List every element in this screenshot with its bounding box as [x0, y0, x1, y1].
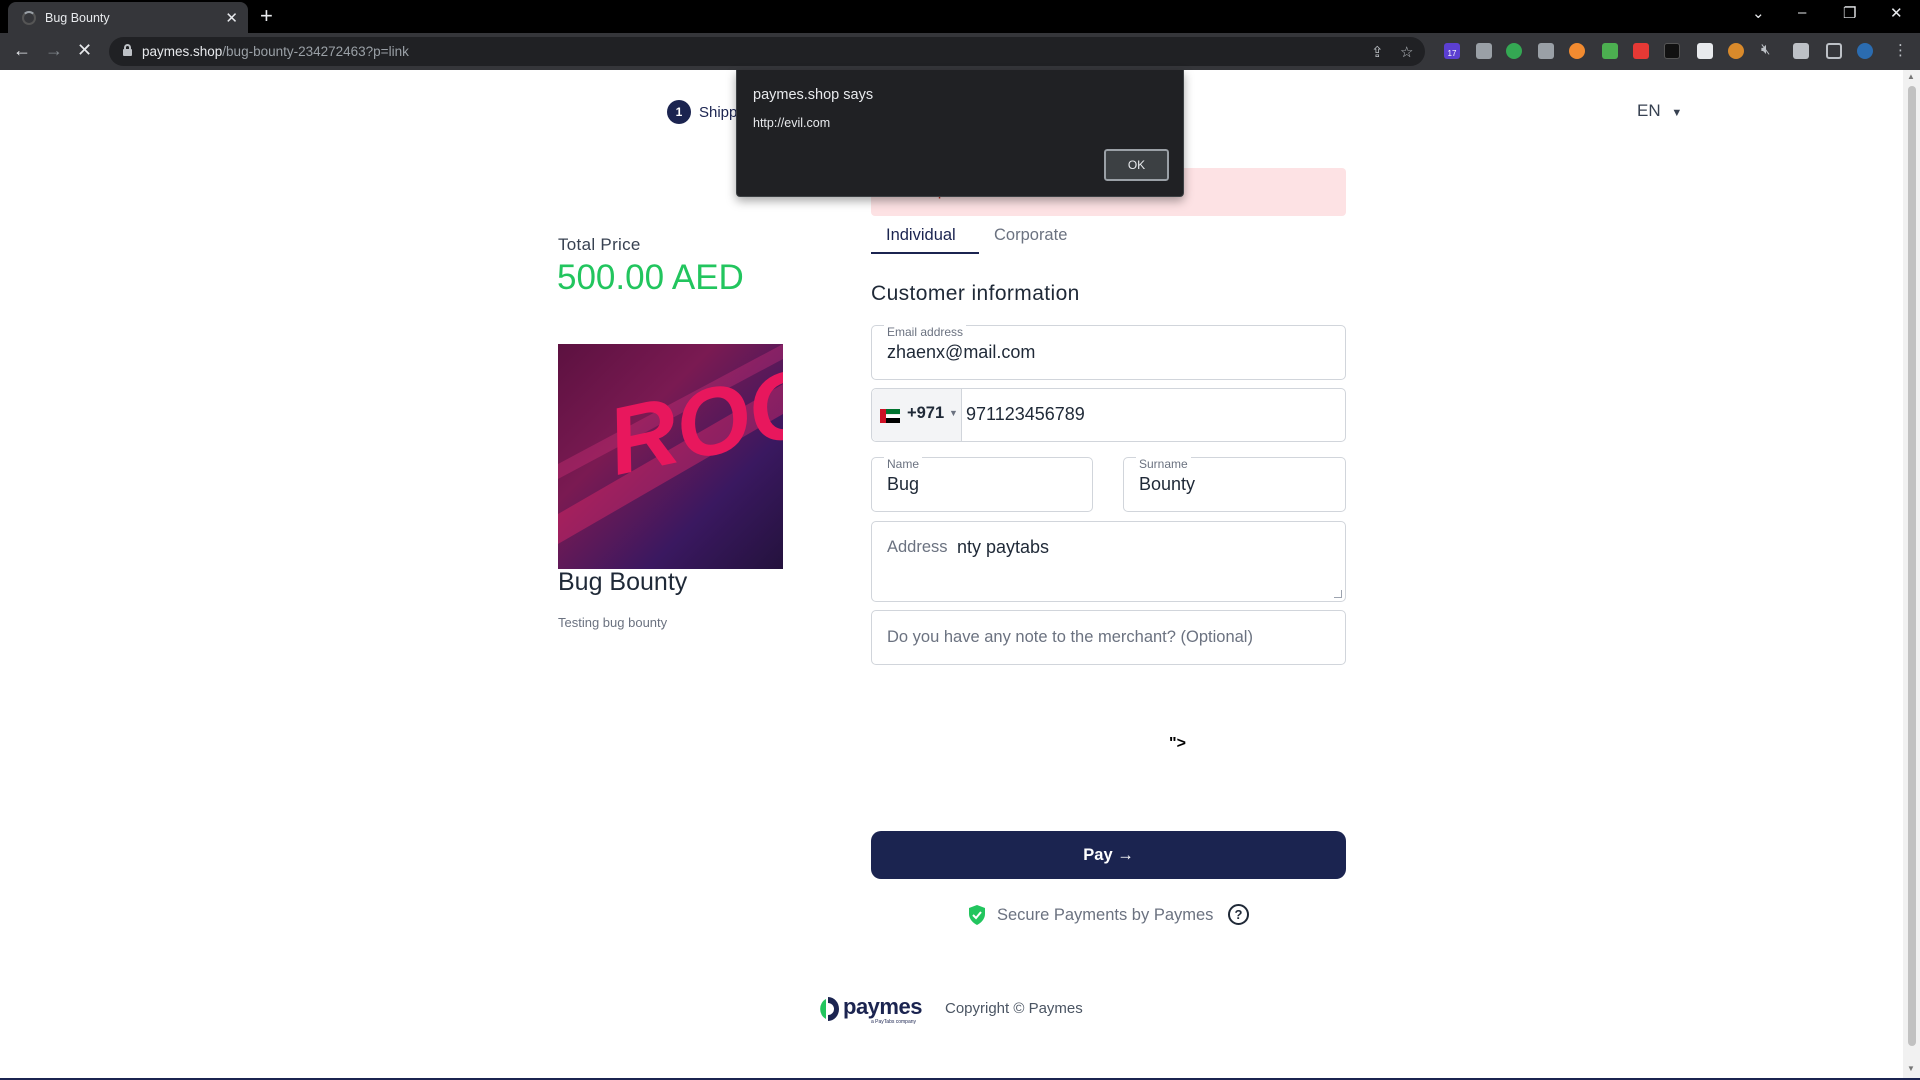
surname-value: Bounty	[1139, 474, 1196, 494]
merchant-note-field[interactable]: Do you have any note to the merchant? (O…	[871, 610, 1346, 665]
browser-tab[interactable]: Bug Bounty ✕	[8, 2, 248, 33]
back-icon[interactable]: ←	[13, 40, 31, 61]
help-question-icon[interactable]: ?	[1228, 904, 1249, 925]
chevron-down-icon: ▼	[1671, 107, 1683, 119]
total-price-value: 500.00 AED	[557, 258, 744, 297]
scrollbar-thumb[interactable]	[1908, 86, 1916, 1046]
injected-text: ">	[1169, 735, 1186, 752]
total-price-label: Total Price	[558, 235, 641, 254]
browser-toolbar: ← → ✕ paymes.shop/bug-bounty-234272463?p…	[0, 33, 1920, 70]
lock-icon[interactable]	[123, 44, 132, 56]
side-panel-icon[interactable]	[1826, 43, 1842, 59]
name-field[interactable]: Name Bug	[871, 457, 1093, 512]
browser-tabbar: Bug Bounty ✕ + ⌄ – ❐ ✕	[0, 0, 1920, 33]
url-text[interactable]: paymes.shop/bug-bounty-234272463?p=link	[142, 44, 409, 59]
extension-puzzle-gray-icon[interactable]	[1476, 43, 1492, 59]
bookmark-star-icon[interactable]: ☆	[1400, 43, 1413, 61]
menu-kebab-icon[interactable]: ⋮	[1893, 41, 1908, 59]
product-image: ROG	[558, 344, 783, 569]
name-label: Name	[884, 457, 923, 471]
uae-flag-icon	[880, 409, 900, 423]
address-bar[interactable]: paymes.shop/bug-bounty-234272463?p=link …	[109, 37, 1425, 66]
address-textarea[interactable]: Address nty paytabs	[871, 521, 1346, 602]
dialog-ok-button[interactable]: OK	[1103, 148, 1170, 182]
name-value: Bug	[887, 474, 920, 494]
shield-check-icon	[969, 905, 985, 925]
extension-mail-icon[interactable]	[1697, 43, 1713, 59]
pay-button[interactable]: Pay →	[871, 831, 1346, 879]
secure-payments-text: Secure Payments by Paymes	[997, 906, 1214, 924]
tab-title: Bug Bounty	[45, 11, 110, 25]
scroll-down-icon[interactable]: ▼	[1907, 1064, 1915, 1073]
email-value: zhaenx@mail.com	[887, 342, 1036, 362]
close-tab-icon[interactable]: ✕	[225, 9, 238, 27]
surname-field[interactable]: Surname Bounty	[1123, 457, 1346, 512]
extension-green-icon[interactable]	[1506, 43, 1522, 59]
paymes-logo: paymes a PayTabs company	[817, 994, 922, 1025]
phone-field[interactable]: +971 ▼ 971123456789	[871, 388, 1346, 442]
scroll-up-icon[interactable]: ▲	[1907, 72, 1915, 81]
rog-artwork-icon: ROG	[558, 344, 783, 544]
merchant-note-placeholder: Do you have any note to the merchant? (O…	[887, 628, 1253, 646]
address-value: nty paytabs	[957, 537, 1050, 557]
resize-handle-icon[interactable]	[1334, 590, 1342, 598]
forward-icon[interactable]: →	[45, 40, 63, 61]
profile-avatar-icon[interactable]	[1857, 43, 1873, 59]
alert-dialog: paymes.shop says http://evil.com OK	[736, 70, 1184, 197]
dial-code: +971	[907, 404, 945, 422]
extension-arrow-icon[interactable]	[1538, 43, 1554, 59]
tab-individual[interactable]: Individual	[871, 224, 979, 254]
restore-icon[interactable]: ❐	[1843, 4, 1856, 22]
email-field[interactable]: Email address zhaenx@mail.com	[871, 325, 1346, 380]
extension-cookie-icon[interactable]	[1728, 43, 1744, 59]
vertical-scrollbar[interactable]: ▲ ▼	[1903, 70, 1920, 1078]
minimize-icon[interactable]: –	[1798, 4, 1806, 21]
new-tab-icon[interactable]: +	[260, 3, 273, 29]
extension-orange-icon[interactable]	[1569, 43, 1585, 59]
step-label[interactable]: Shipp	[699, 104, 737, 121]
extension-black-icon[interactable]	[1664, 43, 1680, 59]
dialog-message: http://evil.com	[753, 116, 831, 130]
product-description: Testing bug bounty	[558, 615, 668, 630]
section-title: Customer information	[871, 282, 1080, 305]
mute-icon[interactable]: 🔇︎	[1761, 41, 1770, 58]
tab-search-icon[interactable]: ⌄	[1752, 4, 1765, 22]
email-label: Email address	[884, 325, 967, 339]
extension-badge-icon[interactable]: 17	[1444, 43, 1460, 59]
paymes-logo-icon	[820, 997, 839, 1021]
phone-input-value: 971123456789	[966, 404, 1085, 424]
language-label: EN	[1637, 101, 1661, 120]
language-selector[interactable]: EN ▼	[1637, 101, 1682, 121]
paymes-logo-text: paymes	[843, 994, 922, 1019]
window-close-icon[interactable]: ✕	[1890, 4, 1903, 22]
tab-individual-label: Individual	[886, 226, 956, 244]
step-number-badge: 1	[667, 100, 691, 124]
paymes-logo-subtext: a PayTabs company	[871, 1019, 917, 1025]
copyright-text: Copyright © Paymes	[945, 1000, 1083, 1017]
product-image-text: ROG	[599, 347, 783, 496]
extensions-puzzle-icon[interactable]	[1793, 43, 1809, 59]
extension-shield-icon[interactable]	[1602, 43, 1618, 59]
stop-icon[interactable]: ✕	[77, 40, 92, 61]
dialog-title: paymes.shop says	[753, 87, 874, 103]
country-code-select[interactable]: +971 ▼	[872, 389, 962, 441]
page-content: 1 Shipp EN ▼ Invalid phone number Total …	[0, 70, 1920, 1080]
extension-red-icon[interactable]	[1633, 43, 1649, 59]
product-title: Bug Bounty	[558, 568, 688, 596]
surname-label: Surname	[1136, 457, 1191, 471]
loading-spinner-icon	[22, 11, 36, 25]
share-icon[interactable]: ⇪	[1371, 43, 1384, 61]
tab-corporate[interactable]: Corporate	[994, 226, 1067, 245]
address-label: Address	[887, 538, 948, 556]
caret-down-icon: ▼	[949, 408, 958, 418]
